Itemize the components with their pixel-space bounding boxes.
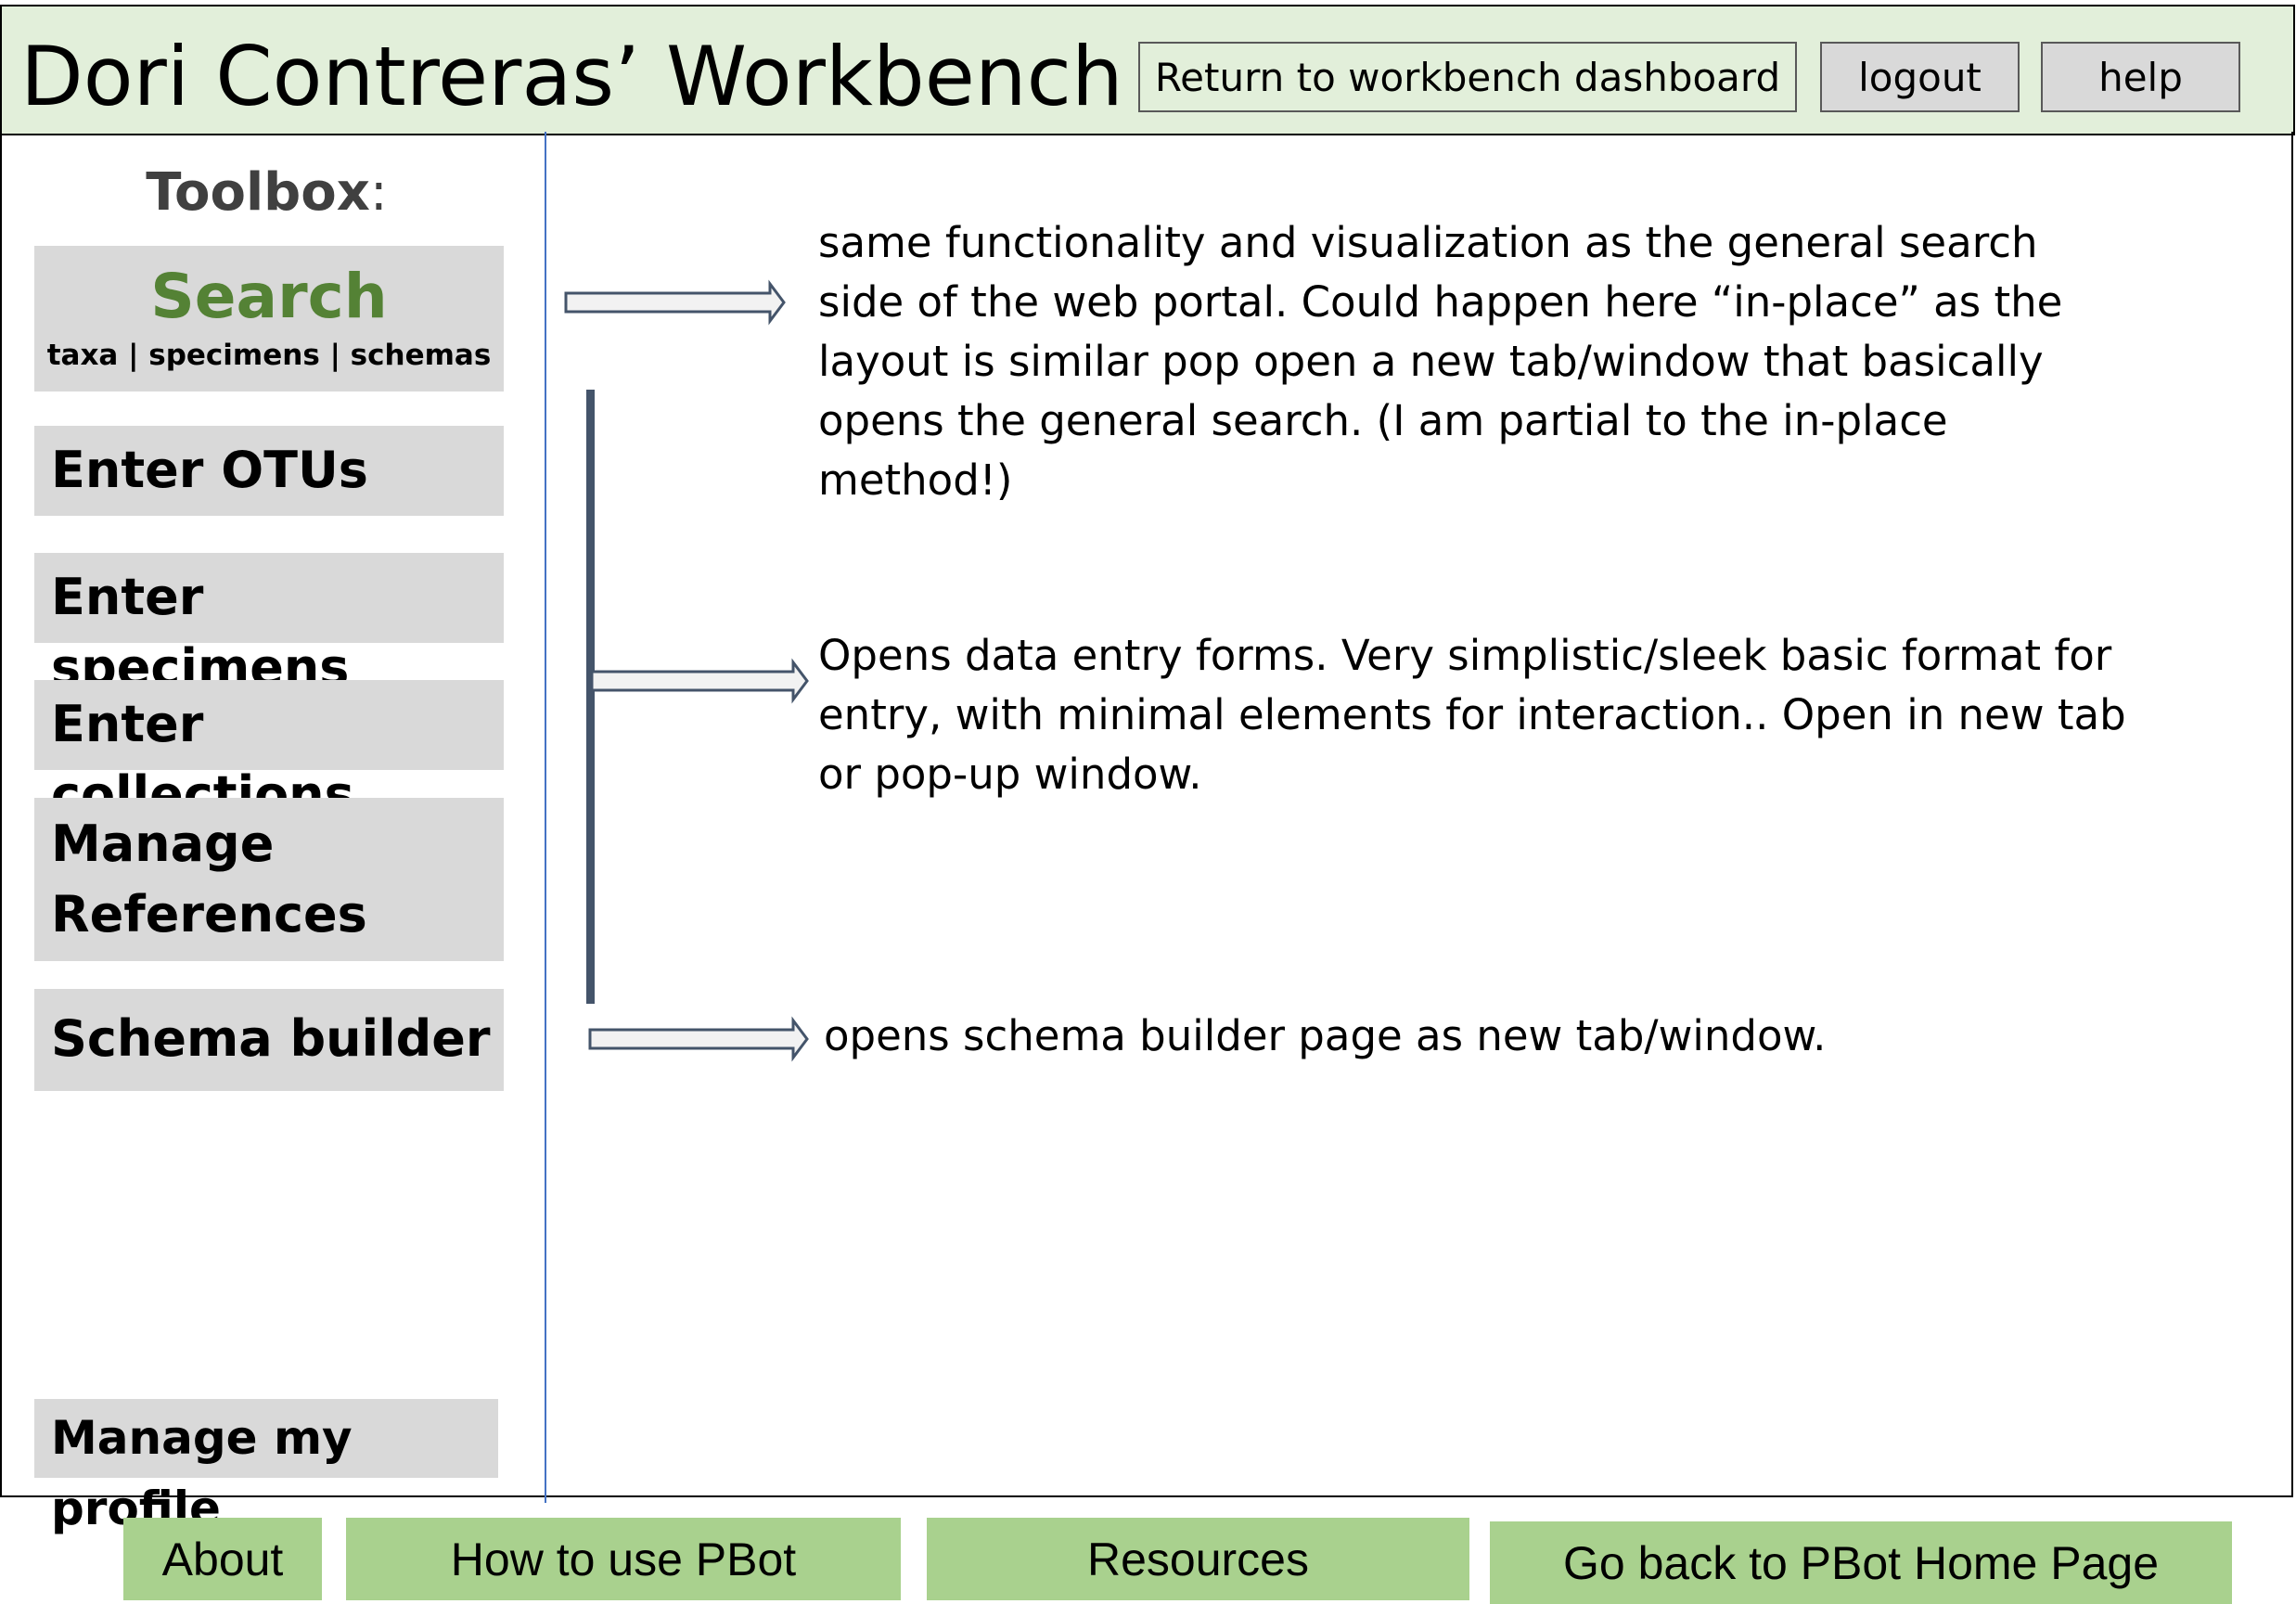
entry-arrow-icon [590, 658, 809, 704]
schema-arrow-icon [588, 1016, 809, 1062]
entry-bracket [586, 390, 595, 1004]
resources-button[interactable]: Resources [927, 1518, 1469, 1600]
how-to-use-button[interactable]: How to use PBot [346, 1518, 901, 1600]
search-annotation: same functionality and visualization as … [818, 218, 2063, 505]
search-arrow-icon [564, 279, 786, 326]
entry-annotation: Opens data entry forms. Very simplistic/… [818, 631, 2126, 799]
workbench-page: Dori Contreras’ Workbench Return to work… [0, 0, 2296, 1604]
about-button[interactable]: About [123, 1518, 322, 1600]
schema-annotation: opens schema builder page as new tab/win… [824, 1011, 1827, 1060]
home-page-button[interactable]: Go back to PBot Home Page [1490, 1521, 2232, 1604]
